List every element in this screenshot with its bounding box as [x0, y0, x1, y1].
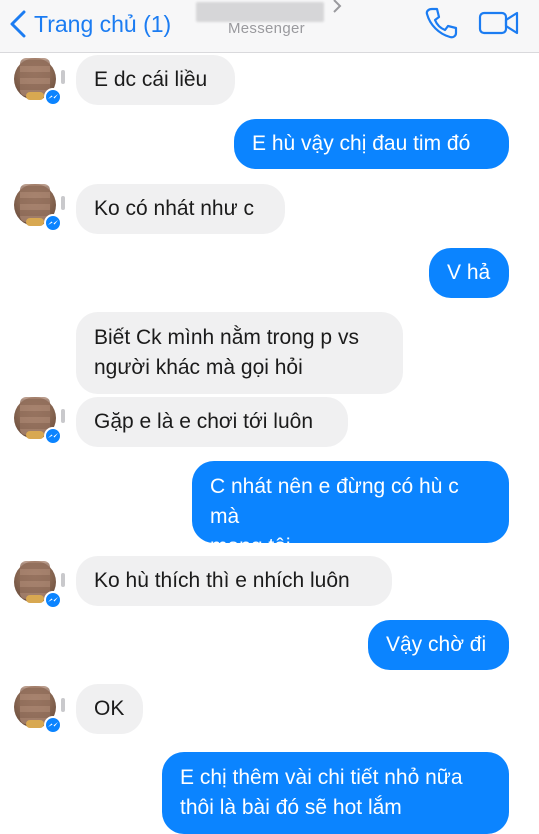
phone-icon[interactable] [424, 6, 458, 40]
outgoing-message[interactable]: V hả [429, 248, 509, 298]
outgoing-message[interactable]: C nhát nên e đừng có hù c mà mang tội [192, 461, 509, 558]
conversation-subtitle: Messenger [228, 20, 305, 37]
avatar-detail [26, 431, 44, 439]
incoming-message[interactable]: OK [76, 684, 143, 734]
contact-name-redacted[interactable] [196, 2, 324, 22]
back-button[interactable]: Trang chủ (1) [8, 6, 171, 42]
messenger-badge-icon [44, 591, 62, 609]
outgoing-message[interactable]: E chị thêm vài chi tiết nhỏ nữa thôi là … [162, 752, 509, 834]
avatar-detail [26, 720, 44, 728]
chevron-left-icon [10, 10, 26, 38]
avatar-detail [26, 218, 44, 226]
back-label: Trang chủ (1) [34, 10, 172, 37]
messenger-badge-icon [44, 88, 62, 106]
read-receipt-mark [61, 409, 65, 423]
incoming-message[interactable]: Gặp e là e chơi tới luôn [76, 397, 348, 447]
read-receipt-mark [61, 196, 65, 210]
avatar[interactable] [14, 561, 62, 609]
messenger-badge-icon [44, 214, 62, 232]
read-receipt-mark [61, 573, 65, 587]
avatar-detail [26, 92, 44, 100]
incoming-message[interactable]: E dc cái liều [76, 55, 235, 105]
chevron-right-icon [333, 0, 342, 13]
avatar[interactable] [14, 184, 62, 232]
outgoing-message[interactable]: E hù vậy chị đau tim đó [234, 119, 509, 169]
incoming-message[interactable]: Ko có nhát như c [76, 184, 285, 234]
avatar[interactable] [14, 58, 62, 106]
avatar[interactable] [14, 686, 62, 734]
messenger-badge-icon [44, 716, 62, 734]
incoming-message[interactable]: Ko hù thích thì e nhích luôn [76, 556, 392, 606]
avatar[interactable] [14, 397, 62, 445]
avatar-detail [26, 595, 44, 603]
video-camera-icon[interactable] [478, 8, 520, 38]
outgoing-message[interactable]: Vậy chờ đi [368, 620, 509, 670]
incoming-message[interactable]: Biết Ck mình nằm trong p vs người khác m… [76, 312, 403, 394]
messenger-badge-icon [44, 427, 62, 445]
chat-header: Trang chủ (1) Messenger [0, 0, 539, 53]
read-receipt-mark [61, 698, 65, 712]
read-receipt-mark [61, 70, 65, 84]
